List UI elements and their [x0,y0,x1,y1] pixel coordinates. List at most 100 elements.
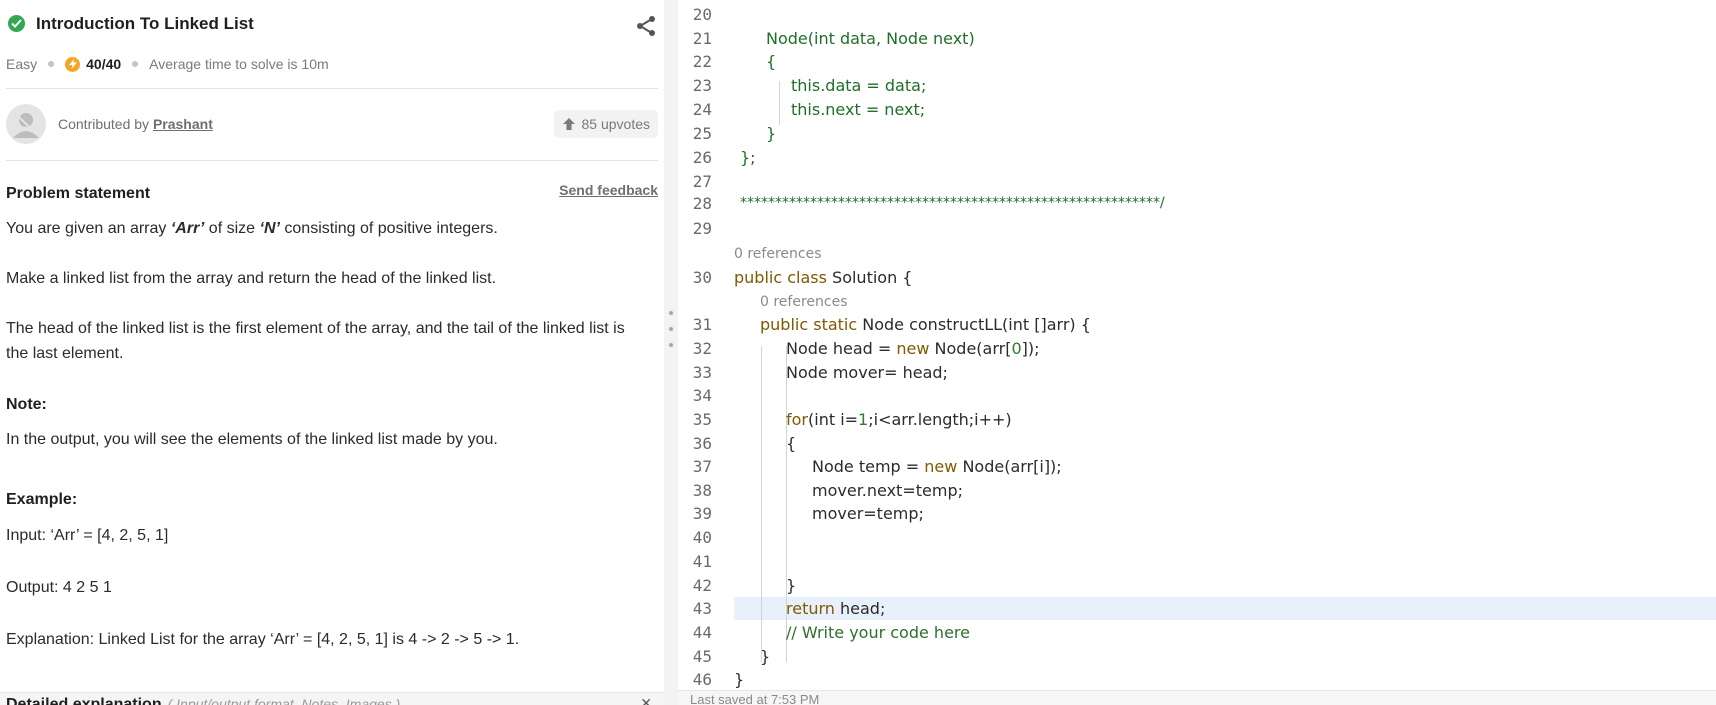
indent-guide [779,81,780,125]
check-circle-icon [8,15,25,32]
contributor-link[interactable]: Prashant [153,116,213,132]
avg-time: Average time to solve is 10m [149,56,329,72]
statement-paragraph-2: Make a linked list from the array and re… [6,270,497,287]
code-line-25[interactable]: } [766,122,776,145]
keyword: new [924,457,958,476]
codelens-references[interactable]: 0 references [734,245,822,263]
problem-panel: Introduction To Linked List Easy 40/40 A… [0,0,664,705]
codelens-references[interactable]: 0 references [760,293,848,311]
code-line-28[interactable]: ****************************************… [740,192,1165,215]
title-row: Introduction To Linked List [6,12,658,42]
code-text: Node head = [786,339,897,358]
separator-dot [132,61,139,67]
grip-dot [669,327,673,331]
detailed-subtitle: ( Input/output format, Notes, Images ) [167,696,401,705]
line-number: 43 [692,599,712,618]
code-line-35[interactable]: for(int i=1;i<arr.length;i++) [786,408,1012,431]
code-line-24[interactable]: this.next = next; [791,98,925,121]
line-number: 27 [692,172,712,191]
code-line-36[interactable]: { [786,432,796,455]
code-line-21[interactable]: Node(int data, Node next) [766,27,975,50]
code-line-33[interactable]: Node mover= head; [786,361,948,384]
code-line-23[interactable]: this.data = data; [791,74,926,97]
code-text: (int i= [808,410,859,429]
line-number: 31 [692,315,712,334]
contributor-row: Contributed by Prashant 85 upvotes [6,104,658,146]
example-explanation: Explanation: Linked List for the array ‘… [6,631,520,648]
code-line-26[interactable]: }; [740,146,756,169]
detailed-heading-text: Detailed explanation [6,696,162,705]
indent-guide [761,346,762,662]
line-number: 33 [692,363,712,382]
problem-title: Introduction To Linked List [36,14,254,33]
code-text: Node temp = [812,457,925,476]
code-line-46[interactable]: } [734,668,744,691]
chevron-icon[interactable]: ✕ [640,695,652,705]
editor-status-bar: Last saved at 7:53 PM [678,690,1716,705]
code-text: ;i<arr.length;i++) [868,410,1012,429]
line-number-gutter: 20 21 22 23 24 25 26 27 28 29 30 31 32 33 34 35 36 37 38 39… [678,0,718,698]
grip-dot [669,343,673,347]
problem-statement-heading: Problem statement [6,185,151,202]
example-heading: Example: [6,491,78,508]
upvote-button[interactable]: 85 upvotes [553,110,658,138]
emphasis-n: ‘N’ [259,220,280,237]
code-text: Node constructLL(int []arr) { [857,315,1091,334]
text: You are given an array [6,220,171,237]
line-number: 24 [692,100,712,119]
code-line-44-comment[interactable]: // Write your code here [786,621,970,644]
contributed-by: Contributed by Prashant [58,116,213,132]
separator-dot [48,61,55,67]
line-number: 35 [692,410,712,429]
line-number: 41 [692,552,712,571]
upvote-count: 85 upvotes [581,116,651,132]
line-number: 46 [692,670,712,689]
code-line-42[interactable]: } [786,574,796,597]
text: consisting of positive integers. [279,220,498,237]
line-number: 34 [692,386,712,405]
grip-dot [669,311,673,315]
line-number: 36 [692,434,712,453]
line-number: 40 [692,528,712,547]
code-line-32[interactable]: Node head = new Node(arr[0]); [786,337,1040,360]
code-line-22[interactable]: { [766,50,776,73]
line-number: 28 [692,194,712,213]
code-line-38[interactable]: mover.next=temp; [812,479,963,502]
statement-paragraph-3: The head of the linked list is the first… [6,320,625,362]
line-number: 32 [692,339,712,358]
panel-resize-handle[interactable] [664,0,678,705]
code-line-30[interactable]: public class Solution { [734,266,912,289]
indent-guide [786,453,787,573]
code-text: Node(arr[ [929,339,1012,358]
text: of size [204,220,260,237]
problem-meta: Easy 40/40 Average time to solve is 10m [6,54,329,74]
share-icon[interactable] [634,14,658,38]
upvote-arrow-icon [562,118,575,130]
line-number: 37 [692,457,712,476]
keyword: for [786,410,808,429]
detailed-explanation-heading: Detailed explanation ( Input/output forma… [6,696,400,705]
keyword: new [896,339,930,358]
line-number: 22 [692,52,712,71]
code-editor[interactable]: 20 21 22 23 24 25 26 27 28 29 30 31 32 33 34 35 36 37 38 39… [678,0,1716,705]
code-text: head; [834,599,886,618]
score-value: 40/40 [86,56,122,72]
code-text: ]); [1021,339,1040,358]
send-feedback-link[interactable]: Send feedback [559,182,658,198]
divider [6,160,658,161]
code-line-39[interactable]: mover=temp; [812,502,924,525]
note-text: In the output, you will see the elements… [6,431,498,448]
code-text: Node(arr[i]); [957,457,1062,476]
code-line-45[interactable]: } [760,645,770,668]
line-number: 23 [692,76,712,95]
line-number: 20 [692,5,712,24]
last-saved-status: Last saved at 7:53 PM [690,692,820,705]
note-heading: Note: [6,396,47,413]
detailed-explanation-accordion[interactable]: Detailed explanation ( Input/output forma… [0,692,664,705]
code-line-43[interactable]: return head; [786,597,885,620]
contributed-prefix: Contributed by [58,116,153,132]
statement-paragraph-1: You are given an array ‘Arr’ of size ‘N’… [6,216,646,241]
code-line-31[interactable]: public static Node constructLL(int []arr… [760,313,1091,336]
number-literal: 0 [1011,339,1022,358]
code-line-37[interactable]: Node temp = new Node(arr[i]); [812,455,1062,478]
